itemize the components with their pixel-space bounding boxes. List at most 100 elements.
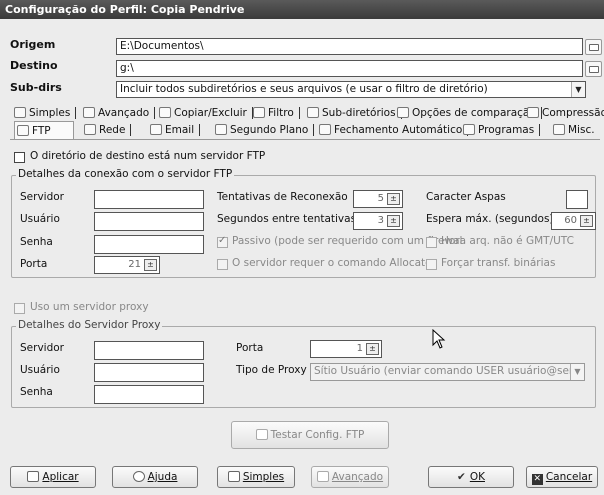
proxy-password-input[interactable] xyxy=(94,385,204,404)
destino-label: Destino xyxy=(10,59,58,72)
tab-row-1: Simples Avançado Copiar/Excluir Filtro S… xyxy=(10,104,604,122)
subdirs-select[interactable]: Incluir todos subdiretórios e seus arqui… xyxy=(116,81,586,98)
seconds-between-spinner[interactable]: 3 ± xyxy=(353,212,403,230)
destino-browse-button[interactable] xyxy=(585,61,602,77)
proxy-server-input[interactable] xyxy=(94,341,204,360)
quote-char-label: Caracter Aspas xyxy=(426,191,506,203)
proxy-type-select[interactable]: Sítio Usuário (enviar comando USER usuár… xyxy=(310,363,585,381)
tab-row-2: FTP Rede Email Segundo Plano Fechamento … xyxy=(10,121,600,139)
ftp-port-spinner[interactable]: 21 ± xyxy=(94,256,160,274)
tab-misc[interactable]: Misc. xyxy=(551,121,595,139)
filter-icon xyxy=(253,107,265,118)
binary-label: Forçar transf. binárias xyxy=(441,257,556,269)
proxy-user-input[interactable] xyxy=(94,363,204,382)
passive-checkbox[interactable] xyxy=(217,235,228,248)
tab-email[interactable]: Email xyxy=(148,121,201,139)
proxy-port-label: Porta xyxy=(236,342,264,354)
proxy-type-value: Sítio Usuário (enviar comando USER usuár… xyxy=(314,365,585,377)
ftp-server-label: Servidor xyxy=(20,191,64,203)
max-wait-label: Espera máx. (segundos) xyxy=(426,213,554,225)
proxy-port-spinner[interactable]: 1 ± xyxy=(310,340,382,358)
tab-avancado[interactable]: Avançado xyxy=(81,104,156,122)
seconds-between-label: Segundos entre tentativas xyxy=(217,213,357,225)
ftp-port-label: Porta xyxy=(20,258,48,270)
email-icon xyxy=(150,124,162,135)
simple-icon xyxy=(14,107,26,118)
origem-input[interactable]: E:\Documentos\ xyxy=(116,38,583,55)
network-icon xyxy=(84,124,96,135)
misc-icon xyxy=(553,124,565,135)
origem-browse-button[interactable] xyxy=(585,39,602,55)
save-icon xyxy=(27,471,40,482)
tab-filtro[interactable]: Filtro xyxy=(251,104,300,122)
cancel-button[interactable]: ✕ Cancelar xyxy=(526,466,598,488)
proxy-password-label: Senha xyxy=(20,386,53,398)
dest-is-ftp-label: O diretório de destino está num servidor… xyxy=(30,150,266,162)
tab-programas[interactable]: Programas xyxy=(461,121,541,139)
dest-is-ftp-checkbox[interactable] xyxy=(14,152,25,163)
proxy-user-label: Usuário xyxy=(20,364,60,376)
compare-icon xyxy=(397,107,409,118)
proxy-type-label: Tipo de Proxy xyxy=(236,364,307,376)
folder-icon xyxy=(589,66,599,73)
origem-label: Origem xyxy=(10,38,56,51)
folder-icon xyxy=(589,44,599,51)
tab-compressao[interactable]: Compressão xyxy=(525,104,604,122)
proxy-server-label: Servidor xyxy=(20,342,64,354)
test-ftp-icon xyxy=(255,429,268,440)
tab-opcoes-comparacao[interactable]: Opções de comparação xyxy=(395,104,542,122)
subfolder-icon xyxy=(307,107,319,118)
copy-icon xyxy=(159,107,171,118)
destino-input[interactable]: g:\ xyxy=(116,60,583,77)
use-proxy-label: Uso um servidor proxy xyxy=(30,301,149,313)
spinner-icon: ± xyxy=(366,343,379,355)
gmt-checkbox[interactable] xyxy=(426,237,437,248)
ok-button[interactable]: ✔ OK xyxy=(428,466,514,488)
ftp-user-label: Usuário xyxy=(20,213,60,225)
tab-rede[interactable]: Rede xyxy=(82,121,132,139)
close-icon: ✕ xyxy=(531,474,543,485)
help-button[interactable]: Ajuda xyxy=(112,466,198,488)
tab-simples[interactable]: Simples xyxy=(12,104,77,122)
simple-button[interactable]: Simples xyxy=(217,466,295,488)
mouse-cursor-icon xyxy=(432,329,446,349)
ftp-server-input[interactable] xyxy=(94,190,204,209)
simple-mode-icon xyxy=(227,471,240,482)
subdirs-label: Sub-dirs xyxy=(10,81,62,94)
chevron-down-icon: ▼ xyxy=(570,364,584,380)
spinner-icon: ± xyxy=(387,215,400,227)
advanced-icon xyxy=(83,107,95,118)
auto-close-icon xyxy=(319,124,331,135)
advanced-button[interactable]: Avançado xyxy=(311,466,389,488)
ftp-icon xyxy=(17,125,29,136)
retries-spinner[interactable]: 5 ± xyxy=(353,190,403,208)
ftp-user-input[interactable] xyxy=(94,212,204,231)
advanced-mode-icon xyxy=(316,471,329,482)
window-title: Configuração do Perfil: Copia Pendrive xyxy=(0,0,604,19)
programs-icon xyxy=(463,124,475,135)
binary-checkbox[interactable] xyxy=(426,259,437,270)
tab-fechamento-automatico[interactable]: Fechamento Automático xyxy=(317,121,469,139)
background-icon xyxy=(215,124,227,135)
tab-ftp[interactable]: FTP xyxy=(14,121,74,139)
max-wait-spinner[interactable]: 60 ± xyxy=(551,212,596,230)
allocate-label: O servidor requer o comando Allocate xyxy=(232,257,432,269)
check-icon: ✔ xyxy=(457,471,466,483)
apply-button[interactable]: Aplicar xyxy=(10,466,96,488)
tab-sub-diretorios[interactable]: Sub-diretórios xyxy=(305,104,402,122)
help-icon xyxy=(132,471,145,482)
quote-char-input[interactable] xyxy=(566,190,588,209)
use-proxy-checkbox[interactable] xyxy=(14,303,25,314)
ftp-connection-group-title: Detalhes da conexão com o servidor FTP xyxy=(16,168,235,180)
proxy-group-title: Detalhes do Servidor Proxy xyxy=(16,319,163,331)
spinner-icon: ± xyxy=(387,193,400,205)
allocate-checkbox[interactable] xyxy=(217,259,228,270)
tab-segundo-plano[interactable]: Segundo Plano xyxy=(213,121,315,139)
test-ftp-button[interactable]: Testar Config. FTP xyxy=(231,421,389,449)
tab-copiar-excluir[interactable]: Copiar/Excluir xyxy=(157,104,253,122)
gmt-label: Hora arq. não é GMT/UTC xyxy=(441,235,574,247)
ftp-password-input[interactable] xyxy=(94,235,204,254)
subdirs-select-value: Incluir todos subdiretórios e seus arqui… xyxy=(120,83,488,95)
chevron-down-icon: ▼ xyxy=(571,82,585,97)
retries-label: Tentativas de Reconexão xyxy=(217,191,348,203)
